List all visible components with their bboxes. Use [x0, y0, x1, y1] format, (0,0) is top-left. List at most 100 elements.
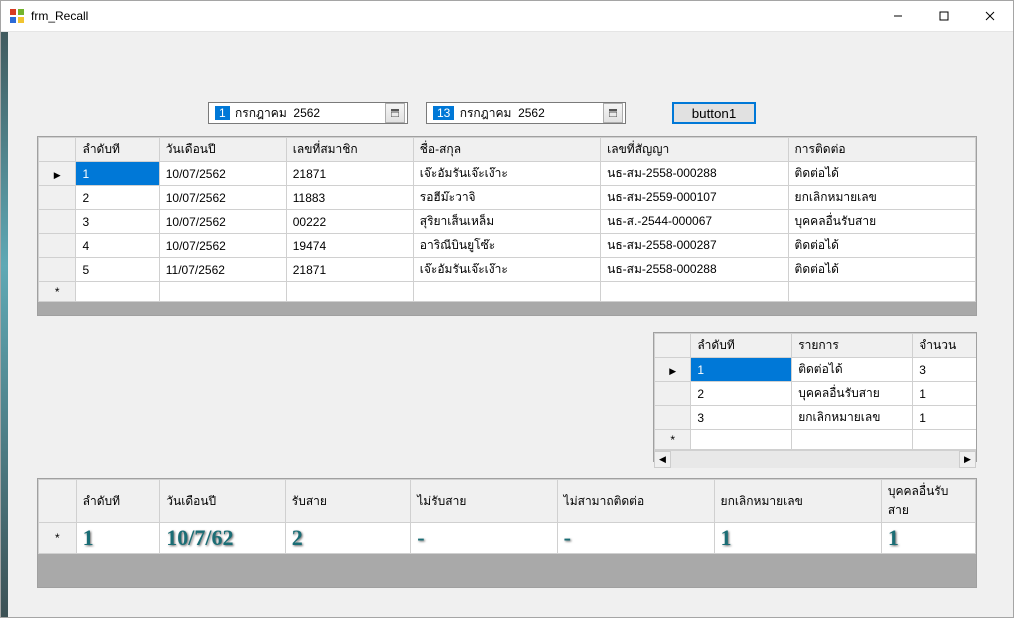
row-header	[39, 234, 76, 258]
cell[interactable]	[286, 282, 413, 302]
minimize-button[interactable]	[875, 1, 921, 31]
cell: 1	[714, 523, 881, 554]
titlebar: frm_Recall	[1, 1, 1013, 32]
search-button[interactable]: button1	[672, 102, 756, 124]
table-new-row[interactable]	[39, 282, 976, 302]
cell[interactable]: ติดต่อได้	[788, 258, 975, 282]
cell[interactable]: 5	[76, 258, 159, 282]
cell: 1	[76, 523, 160, 554]
cell[interactable]: 3	[913, 358, 976, 382]
cell[interactable]: 4	[76, 234, 159, 258]
cell[interactable]: 10/07/2562	[159, 210, 286, 234]
col-item[interactable]: รายการ	[792, 334, 913, 358]
row-header	[39, 258, 76, 282]
cell[interactable]: นธ-สม-2558-000288	[601, 162, 788, 186]
cell[interactable]: อาริณีบินยูโซ๊ะ	[413, 234, 600, 258]
date-to-picker[interactable]: 13 กรกฎาคม 2562	[426, 102, 626, 124]
col-name[interactable]: ชื่อ-สกุล	[413, 138, 600, 162]
close-button[interactable]	[967, 1, 1013, 31]
filter-row: 1 กรกฎาคม 2562 13 กรกฎาคม 2562 button1	[1, 102, 1013, 124]
daily-new-row[interactable]: 1 10/7/62 2 - - 1 1	[39, 523, 976, 554]
cell[interactable]: สุริยาเส็นเหล็ม	[413, 210, 600, 234]
maximize-button[interactable]	[921, 1, 967, 31]
cell[interactable]: ติดต่อได้	[788, 162, 975, 186]
cell[interactable]: 3	[691, 406, 792, 430]
cell: 10/7/62	[160, 523, 285, 554]
cell[interactable]: 1	[913, 382, 976, 406]
cell[interactable]: เจ๊ะอัมรันเจ๊ะเง๊าะ	[413, 162, 600, 186]
cell[interactable]	[691, 430, 792, 450]
cell[interactable]: นธ-ส.-2544-000067	[601, 210, 788, 234]
cell[interactable]	[788, 282, 975, 302]
table-row[interactable]: 1ติดต่อได้3	[655, 358, 977, 382]
date-from-picker[interactable]: 1 กรกฎาคม 2562	[208, 102, 408, 124]
col-cancel[interactable]: ยกเลิกหมายเลข	[714, 480, 881, 523]
cell[interactable]: 00222	[286, 210, 413, 234]
col-cannot[interactable]: ไม่สามาถติดต่อ	[557, 480, 714, 523]
cell[interactable]: ติดต่อได้	[788, 234, 975, 258]
summary-scrollbar[interactable]: ◀ ▶	[654, 450, 976, 468]
cell[interactable]: ติดต่อได้	[792, 358, 913, 382]
daily-grid[interactable]: ลำดับที วันเดือนปี รับสาย ไม่รับสาย ไม่ส…	[37, 478, 977, 588]
col-seq[interactable]: ลำดับที	[76, 138, 159, 162]
cell[interactable]: นธ-สม-2558-000287	[601, 234, 788, 258]
cell[interactable]: 3	[76, 210, 159, 234]
table-row[interactable]: 3ยกเลิกหมายเลข1	[655, 406, 977, 430]
cell[interactable]: บุคคลอื่นรับสาย	[788, 210, 975, 234]
col-contact[interactable]: การติดต่อ	[788, 138, 975, 162]
cell[interactable]	[159, 282, 286, 302]
table-row[interactable]: 511/07/256221871เจ๊ะอัมรันเจ๊ะเง๊าะนธ-สม…	[39, 258, 976, 282]
cell[interactable]: 2	[691, 382, 792, 406]
cell[interactable]	[792, 430, 913, 450]
cell[interactable]: ยกเลิกหมายเลข	[788, 186, 975, 210]
table-row[interactable]: 310/07/256200222สุริยาเส็นเหล็มนธ-ส.-254…	[39, 210, 976, 234]
cell[interactable]: นธ-สม-2558-000288	[601, 258, 788, 282]
summary-grid[interactable]: ลำดับที รายการ จำนวน 1ติดต่อได้32บุคคลอื…	[653, 332, 977, 462]
table-row[interactable]: 2บุคคลอื่นรับสาย1	[655, 382, 977, 406]
cell[interactable]	[913, 430, 976, 450]
col-date[interactable]: วันเดือนปี	[160, 480, 285, 523]
table-row[interactable]: 210/07/256211883รอฮีม๊ะวาจินธ-สม-2559-00…	[39, 186, 976, 210]
scroll-track[interactable]	[671, 451, 959, 468]
cell[interactable]: บุคคลอื่นรับสาย	[792, 382, 913, 406]
col-contract[interactable]: เลขที่สัญญา	[601, 138, 788, 162]
cell[interactable]: 2	[76, 186, 159, 210]
cell[interactable]: 21871	[286, 162, 413, 186]
table-new-row[interactable]	[655, 430, 977, 450]
cell[interactable]: 1	[691, 358, 792, 382]
table-row[interactable]: 110/07/256221871เจ๊ะอัมรันเจ๊ะเง๊าะนธ-สม…	[39, 162, 976, 186]
table-row[interactable]: 410/07/256219474อาริณีบินยูโซ๊ะนธ-สม-255…	[39, 234, 976, 258]
cell[interactable]: 10/07/2562	[159, 234, 286, 258]
cell[interactable]: 10/07/2562	[159, 162, 286, 186]
cell[interactable]: ยกเลิกหมายเลข	[792, 406, 913, 430]
scroll-left-icon[interactable]: ◀	[654, 451, 671, 468]
cell[interactable]: 1	[913, 406, 976, 430]
recall-grid[interactable]: ลำดับที วันเดือนปี เลขที่สมาชิก ชื่อ-สกุ…	[37, 136, 977, 316]
row-header	[655, 406, 691, 430]
cell[interactable]: เจ๊ะอัมรันเจ๊ะเง๊าะ	[413, 258, 600, 282]
col-count[interactable]: จำนวน	[913, 334, 976, 358]
cell[interactable]: 11/07/2562	[159, 258, 286, 282]
cell[interactable]: รอฮีม๊ะวาจิ	[413, 186, 600, 210]
col-noanswer[interactable]: ไม่รับสาย	[411, 480, 557, 523]
date-from-dropdown-icon[interactable]	[385, 103, 405, 123]
cell[interactable]	[413, 282, 600, 302]
cell[interactable]: นธ-สม-2559-000107	[601, 186, 788, 210]
cell[interactable]: 1	[76, 162, 159, 186]
col-seq[interactable]: ลำดับที	[76, 480, 160, 523]
col-other[interactable]: บุคคลอื่นรับสาย	[881, 480, 975, 523]
date-from-day: 1	[215, 106, 230, 120]
cell[interactable]	[601, 282, 788, 302]
col-member[interactable]: เลขที่สมาชิก	[286, 138, 413, 162]
cell[interactable]: 11883	[286, 186, 413, 210]
cell[interactable]	[76, 282, 159, 302]
cell[interactable]: 10/07/2562	[159, 186, 286, 210]
cell: -	[557, 523, 714, 554]
scroll-right-icon[interactable]: ▶	[959, 451, 976, 468]
col-answered[interactable]: รับสาย	[285, 480, 410, 523]
cell[interactable]: 19474	[286, 234, 413, 258]
cell[interactable]: 21871	[286, 258, 413, 282]
col-seq[interactable]: ลำดับที	[691, 334, 792, 358]
col-date[interactable]: วันเดือนปี	[159, 138, 286, 162]
date-to-dropdown-icon[interactable]	[603, 103, 623, 123]
